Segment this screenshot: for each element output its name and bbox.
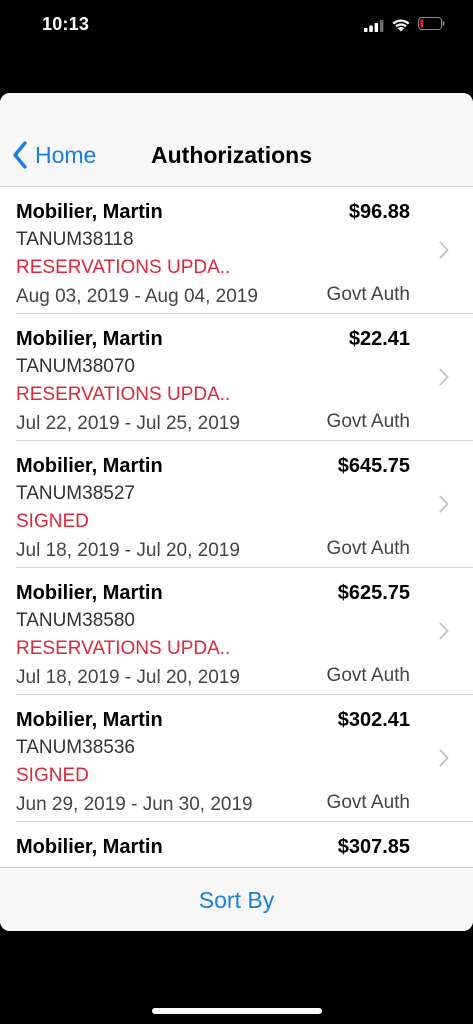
authorization-number: TANUM38527 <box>16 483 135 504</box>
date-range: Aug 03, 2019 - Aug 04, 2019 <box>16 286 258 307</box>
list-item[interactable]: Mobilier, Martin $625.75 TANUM38580 RESE… <box>0 568 473 695</box>
authorization-type: Govt Auth <box>326 792 410 813</box>
status-bar: 10:13 <box>0 0 473 54</box>
battery-low-icon <box>418 17 445 30</box>
amount: $625.75 <box>337 582 410 604</box>
chevron-right-icon <box>439 368 449 386</box>
list-item[interactable]: Mobilier, Martin $645.75 TANUM38527 SIGN… <box>0 441 473 568</box>
status-text: SIGNED <box>16 511 89 532</box>
authorization-number: TANUM38118 <box>16 229 134 250</box>
status-text: SIGNED <box>16 765 89 786</box>
amount: $96.88 <box>348 201 410 223</box>
bottom-toolbar: Sort By <box>0 867 473 931</box>
chevron-right-icon <box>439 622 449 640</box>
status-text: RESERVATIONS UPDA.. <box>16 638 231 659</box>
authorization-number: TANUM38536 <box>16 737 135 758</box>
chevron-right-icon <box>439 495 449 513</box>
traveler-name: Mobilier, Martin <box>16 582 163 604</box>
sort-by-button[interactable]: Sort By <box>199 887 274 914</box>
page-title: Authorizations <box>151 142 312 168</box>
chevron-right-icon <box>439 749 449 767</box>
authorization-type: Govt Auth <box>326 665 410 686</box>
amount: $22.41 <box>348 328 410 350</box>
date-range: Jul 18, 2019 - Jul 20, 2019 <box>16 540 240 561</box>
screen: 10:13 Home Authorizations Mobilier, Mart… <box>0 0 473 1024</box>
traveler-name: Mobilier, Martin <box>16 836 163 858</box>
navigation-bar: Home Authorizations <box>0 93 473 187</box>
authorizations-list: Mobilier, Martin $96.88 TANUM38118 RESER… <box>0 187 473 867</box>
date-range: Jul 22, 2019 - Jul 25, 2019 <box>16 413 240 434</box>
authorization-type: Govt Auth <box>326 538 410 559</box>
amount: $302.41 <box>337 709 410 731</box>
authorization-type: Govt Auth <box>326 284 410 305</box>
authorization-number: TANUM38580 <box>16 610 135 631</box>
list-item[interactable]: Mobilier, Martin $307.85 <box>0 822 473 867</box>
list-item[interactable]: Mobilier, Martin $96.88 TANUM38118 RESER… <box>0 187 473 314</box>
list-item[interactable]: Mobilier, Martin $302.41 TANUM38536 SIGN… <box>0 695 473 822</box>
amount: $307.85 <box>337 836 410 858</box>
authorization-number: TANUM38070 <box>16 356 135 377</box>
date-range: Jun 29, 2019 - Jun 30, 2019 <box>16 794 253 815</box>
date-range: Jul 18, 2019 - Jul 20, 2019 <box>16 667 240 688</box>
status-text: RESERVATIONS UPDA.. <box>16 384 231 405</box>
traveler-name: Mobilier, Martin <box>16 201 163 223</box>
authorizations-sheet: Home Authorizations Mobilier, Martin $96… <box>0 93 473 931</box>
chevron-right-icon <box>439 241 449 259</box>
traveler-name: Mobilier, Martin <box>16 709 163 731</box>
home-indicator[interactable] <box>152 1008 322 1014</box>
traveler-name: Mobilier, Martin <box>16 455 163 477</box>
authorization-type: Govt Auth <box>326 411 410 432</box>
cellular-signal-icon <box>364 20 384 32</box>
list-item[interactable]: Mobilier, Martin $22.41 TANUM38070 RESER… <box>0 314 473 441</box>
amount: $645.75 <box>337 455 410 477</box>
wifi-icon <box>392 19 410 32</box>
traveler-name: Mobilier, Martin <box>16 328 163 350</box>
status-text: RESERVATIONS UPDA.. <box>16 257 231 278</box>
status-time: 10:13 <box>42 14 90 34</box>
